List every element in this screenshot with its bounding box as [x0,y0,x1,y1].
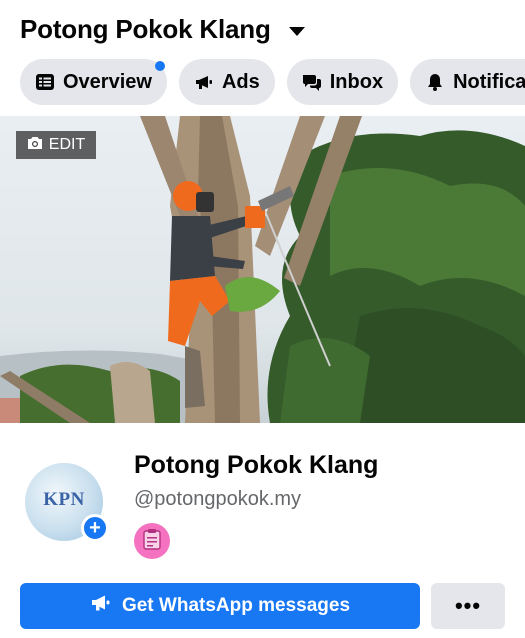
page-header: Potong Pokok Klang [0,0,525,58]
edit-cover-button[interactable]: EDIT [16,131,96,159]
page-handle: @potongpokok.my [134,488,302,510]
tab-ads[interactable]: Ads [178,59,275,105]
page-title[interactable]: Potong Pokok Klang [20,14,271,45]
tab-label: Notificat [453,70,525,93]
camera-icon [27,136,43,155]
tab-label: Overview [63,70,152,93]
button-label: Get WhatsApp messages [121,595,351,616]
tab-label: Ads [221,70,260,93]
cover-photo[interactable]: EDIT [0,116,525,423]
category-badge[interactable] [134,523,170,559]
clipboard-icon [143,528,161,555]
megaphone-icon [90,593,112,619]
cover-image [0,116,525,423]
chevron-down-icon[interactable] [288,26,305,36]
add-photo-button[interactable]: + [81,514,109,542]
get-whatsapp-messages-button[interactable]: Get WhatsApp messages [20,583,420,629]
tab-notifications[interactable]: Notificat [410,59,525,105]
more-options-button[interactable]: ••• [431,583,505,629]
edit-label: EDIT [48,136,86,153]
bell-icon [425,72,445,92]
tab-bar: Overview Ads Inbox Notificat [0,58,525,106]
chat-bubbles-icon [302,72,322,92]
plus-icon: + [89,517,101,539]
megaphone-icon [194,72,214,92]
list-icon [35,72,55,92]
page-name: Potong Pokok Klang [134,451,379,479]
tab-overview[interactable]: Overview [20,59,167,105]
tab-inbox[interactable]: Inbox [286,59,399,105]
profile-section: KPN + Potong Pokok Klang @potongpokok.my… [0,423,525,638]
tab-label: Inbox [329,70,384,93]
avatar-logo-text: KPN [43,489,85,510]
notification-dot [154,61,165,71]
more-icon: ••• [454,593,482,618]
